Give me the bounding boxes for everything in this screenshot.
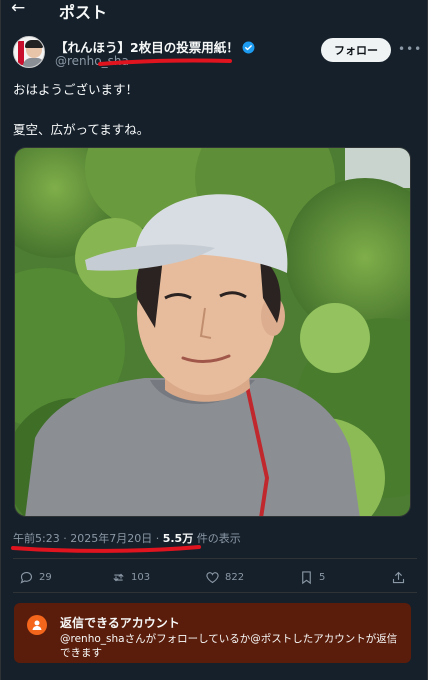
- post-line: おはようございます！: [13, 82, 139, 97]
- author-name-text: 【れんほう】2枚目の投票用紙！: [55, 40, 239, 55]
- divider: [13, 558, 417, 559]
- repost-button[interactable]: 103: [111, 570, 150, 585]
- post-actions: 29 103 822 5: [1, 566, 428, 590]
- post-line: 夏空、広がってますね。: [13, 122, 150, 137]
- divider: [13, 592, 417, 593]
- follow-button[interactable]: フォロー: [321, 38, 391, 62]
- reply-count: 29: [39, 572, 52, 583]
- notice-title: 返信できるアカウント: [60, 616, 180, 630]
- bookmark-button[interactable]: 5: [299, 570, 325, 585]
- share-button[interactable]: [391, 570, 411, 585]
- like-icon: [206, 572, 219, 584]
- more-icon[interactable]: •••: [398, 42, 422, 56]
- notice-body: @renho_shaさんがフォローしているか@ポストしたアカウントが返信できます: [60, 633, 398, 659]
- top-bar: ← ポスト: [1, 0, 428, 24]
- bookmark-count: 5: [319, 572, 326, 583]
- repost-icon: [113, 573, 124, 582]
- reply-icon: [20, 571, 33, 584]
- share-icon: [392, 571, 405, 584]
- repost-count: 103: [131, 572, 151, 583]
- page-title: ポスト: [59, 3, 108, 22]
- like-button[interactable]: 822: [205, 570, 244, 585]
- like-count: 822: [225, 572, 245, 583]
- reply-restriction-notice: 返信できるアカウント @renho_shaさんがフォローしているか@ポストしたア…: [14, 603, 411, 663]
- annotation-underline-meta: [11, 545, 201, 553]
- reply-button[interactable]: 29: [19, 570, 52, 585]
- person-icon: [27, 615, 47, 635]
- avatar[interactable]: [13, 36, 45, 68]
- back-arrow-icon[interactable]: ←: [11, 0, 25, 18]
- bookmark-icon: [302, 571, 311, 585]
- verified-badge-icon: [242, 41, 255, 54]
- post-image[interactable]: [14, 147, 411, 517]
- selfie-photo-illustration: [15, 148, 410, 516]
- annotation-underline-name: [98, 58, 232, 66]
